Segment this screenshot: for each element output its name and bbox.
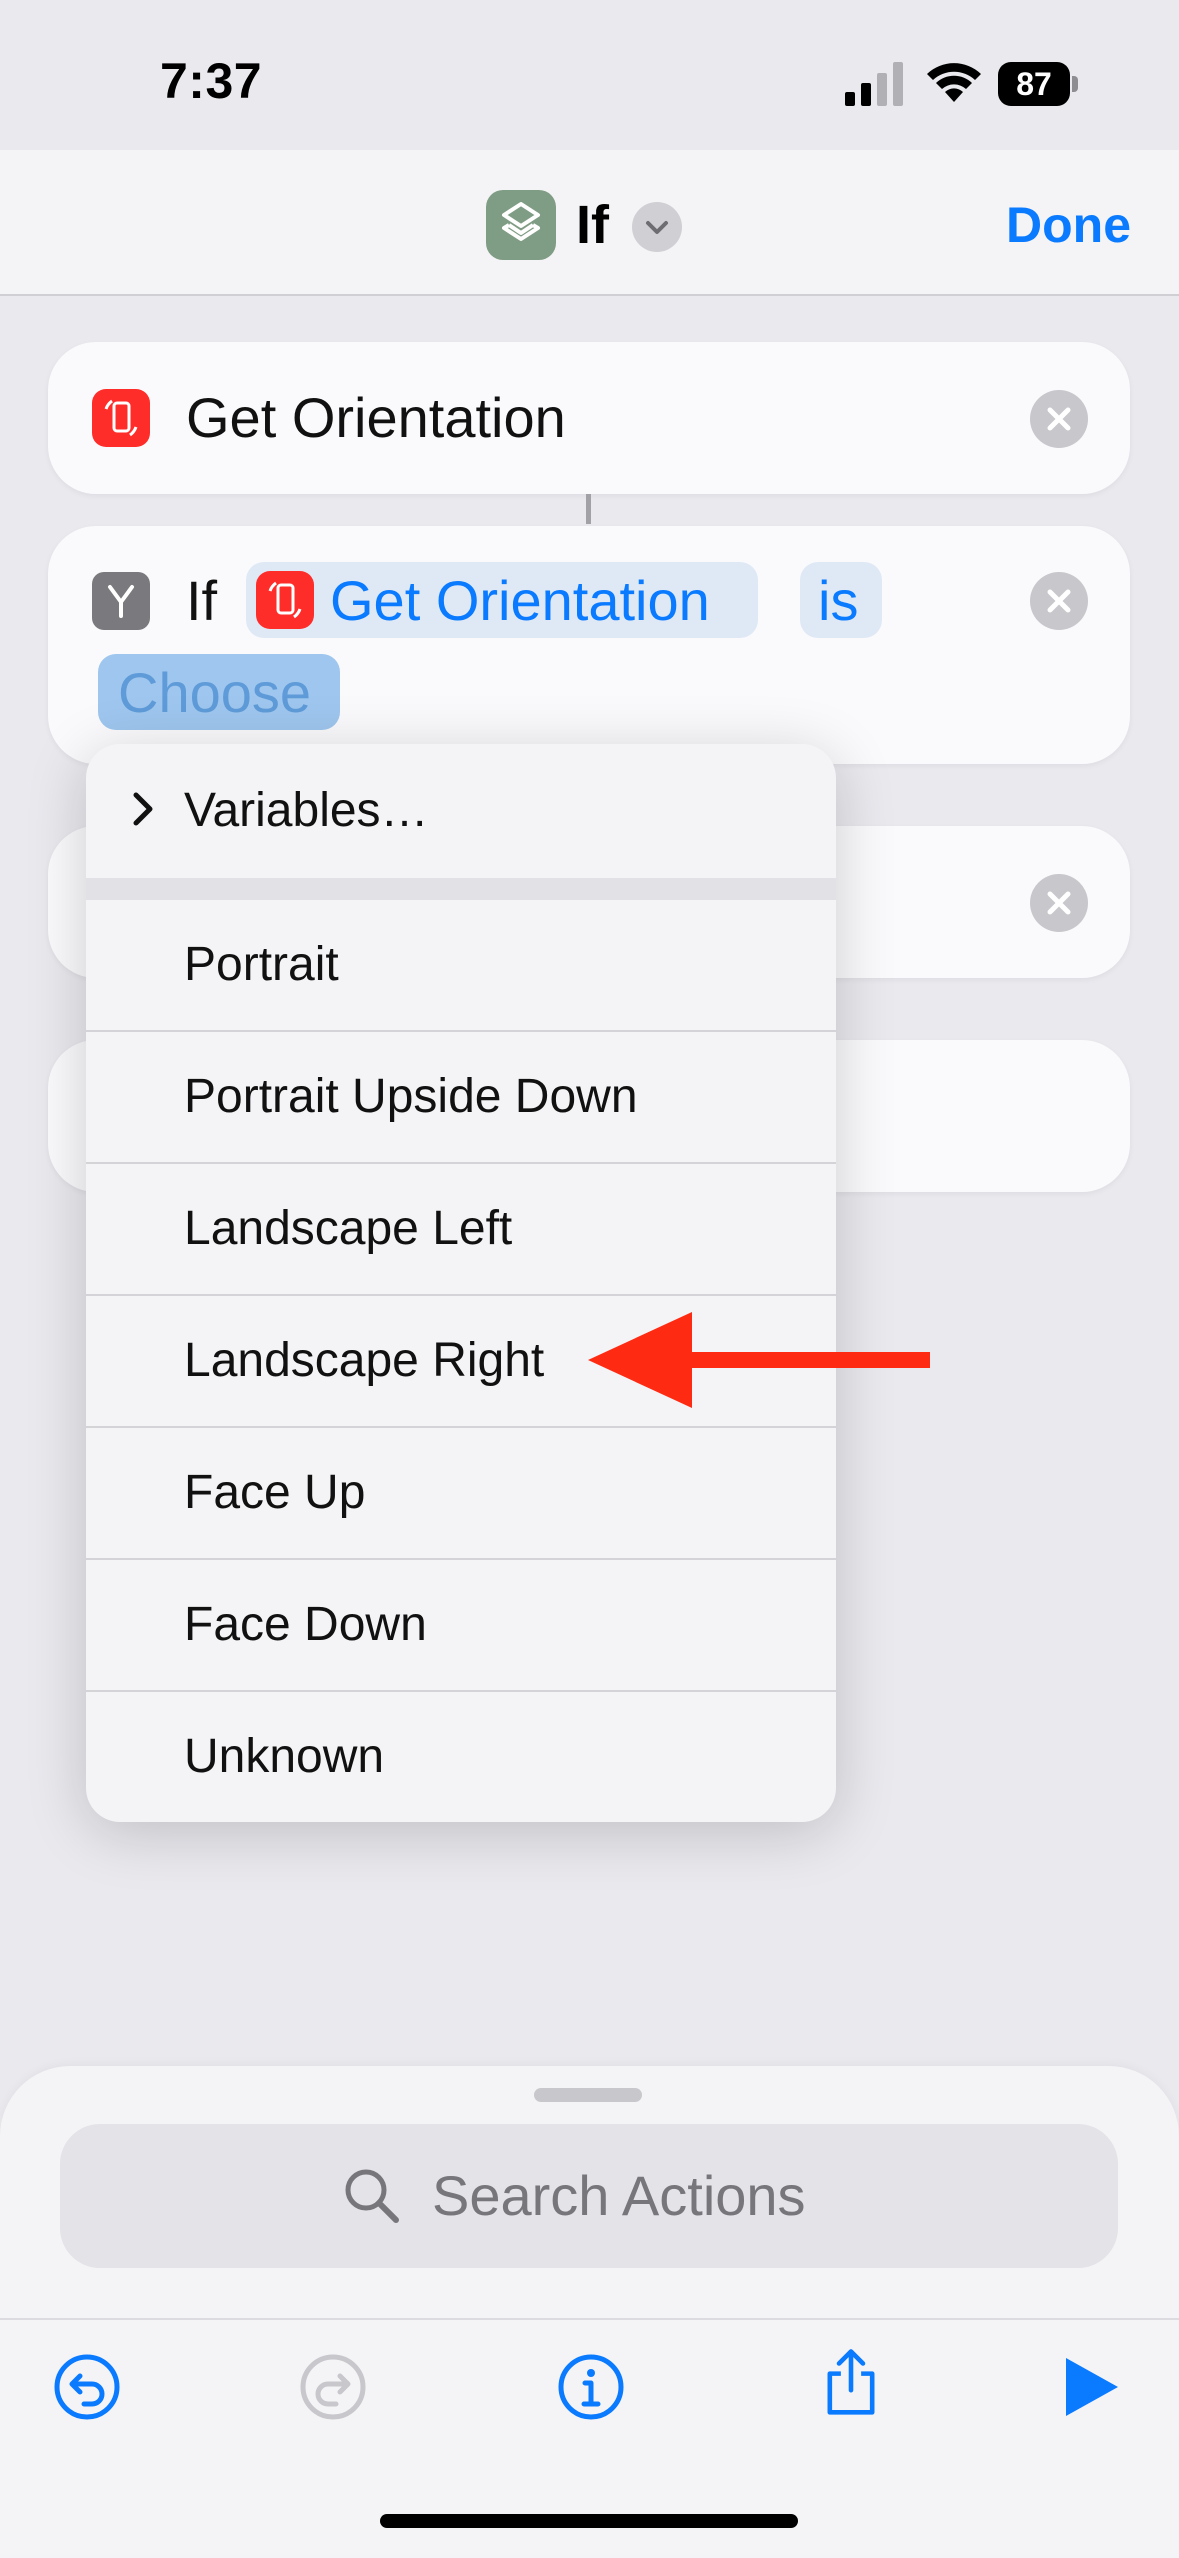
orientation-icon: [92, 389, 150, 447]
action-title: Get Orientation: [186, 386, 566, 449]
battery-level: 87: [998, 62, 1070, 106]
menu-item-unknown[interactable]: Unknown: [86, 1692, 836, 1822]
menu-item-landscape-left[interactable]: Landscape Left: [86, 1164, 836, 1294]
menu-item-portrait-upside-down[interactable]: Portrait Upside Down: [86, 1032, 836, 1162]
operator-label: is: [818, 569, 859, 632]
menu-item-label: Landscape Left: [184, 1202, 513, 1255]
menu-item-label: Variables…: [184, 784, 429, 837]
menu-item-label: Portrait: [184, 938, 339, 991]
home-indicator: [380, 2514, 798, 2528]
menu-item-label: Face Up: [184, 1466, 366, 1519]
redo-icon[interactable]: [298, 2352, 368, 2422]
done-button[interactable]: Done: [1006, 194, 1131, 256]
menu-item-label: Face Down: [184, 1598, 427, 1651]
choose-value-label: Choose: [118, 661, 312, 724]
menu-item-variables[interactable]: Variables…: [86, 746, 836, 876]
action-connector: [586, 494, 591, 524]
remove-action-button[interactable]: [1030, 572, 1088, 630]
variable-pill-label: Get Orientation: [330, 569, 710, 632]
shortcut-title[interactable]: If: [576, 190, 609, 260]
cellular-signal-icon: [845, 62, 903, 106]
remove-action-button[interactable]: [1030, 874, 1088, 932]
remove-action-button[interactable]: [1030, 390, 1088, 448]
annotation-arrow-icon: [588, 1312, 930, 1408]
sheet-grabber[interactable]: [534, 2088, 642, 2102]
menu-item-portrait[interactable]: Portrait: [86, 900, 836, 1030]
shortcuts-app-icon[interactable]: [486, 190, 556, 260]
share-icon[interactable]: [816, 2346, 886, 2416]
if-keyword: If: [186, 569, 218, 632]
undo-icon[interactable]: [52, 2352, 122, 2422]
menu-item-label: Portrait Upside Down: [184, 1070, 638, 1123]
menu-item-label: Unknown: [184, 1730, 385, 1783]
battery-icon: 87: [998, 62, 1080, 106]
wifi-icon: [927, 63, 981, 102]
orientation-icon: [256, 571, 314, 629]
menu-divider: [86, 878, 836, 900]
status-time: 7:37: [160, 53, 263, 109]
search-placeholder: Search Actions: [432, 2164, 806, 2227]
info-icon[interactable]: [556, 2352, 626, 2422]
branch-icon: [92, 572, 150, 630]
search-icon: [345, 2169, 399, 2223]
chevron-down-icon[interactable]: [632, 202, 682, 252]
menu-item-label: Landscape Right: [184, 1334, 545, 1387]
orientation-options-menu: Variables… Portrait Portrait Upside Down…: [86, 744, 836, 1822]
play-icon[interactable]: [1056, 2352, 1126, 2422]
menu-item-face-down[interactable]: Face Down: [86, 1560, 836, 1690]
chevron-right-icon: [133, 792, 153, 826]
menu-item-face-up[interactable]: Face Up: [86, 1428, 836, 1558]
